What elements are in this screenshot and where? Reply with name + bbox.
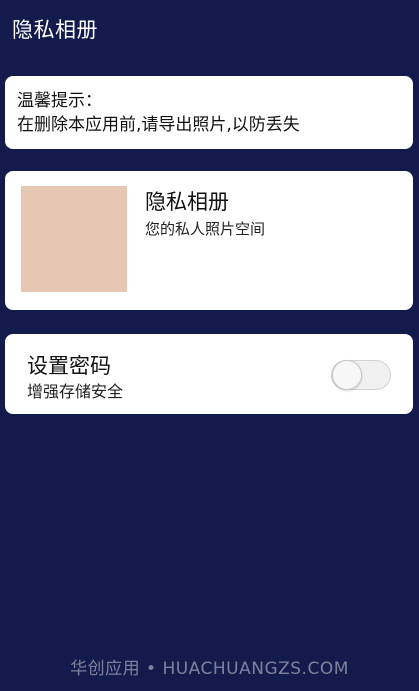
password-title: 设置密码 (27, 354, 111, 378)
set-password-card: 设置密码 增强存储安全 (5, 334, 413, 414)
watermark: 华创应用 • HUACHUANGZS.COM (70, 659, 349, 679)
password-toggle[interactable] (331, 360, 391, 390)
tip-title: 温馨提示： (17, 91, 102, 111)
album-subtitle: 您的私人照片空间 (145, 220, 266, 238)
tip-message: 在删除本应用前,请导出照片,以防丢失 (17, 115, 300, 135)
album-title: 隐私相册 (145, 190, 229, 214)
tip-card: 温馨提示： 在删除本应用前,请导出照片,以防丢失 (5, 76, 413, 149)
toggle-knob (332, 360, 362, 390)
password-subtitle: 增强存储安全 (27, 382, 124, 401)
private-album-card[interactable]: 隐私相册 您的私人照片空间 (5, 171, 413, 310)
app-title: 隐私相册 (12, 18, 98, 42)
album-thumbnail[interactable] (21, 186, 127, 292)
